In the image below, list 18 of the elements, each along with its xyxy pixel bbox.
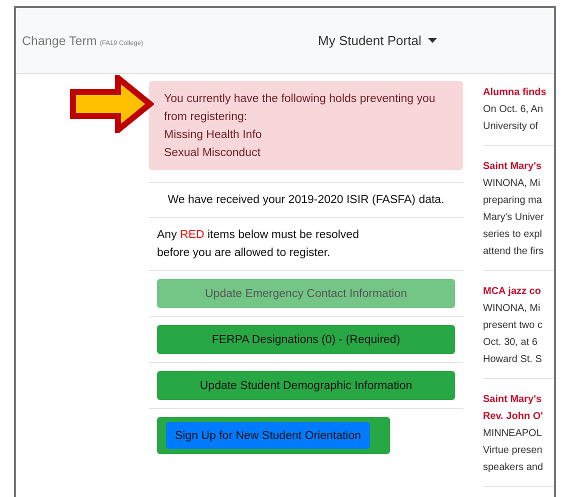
action-button[interactable]: FERPA Designations (0) - (Required)	[157, 325, 455, 354]
portal-menu[interactable]: My Student Portal	[318, 33, 438, 48]
caret-icon	[428, 38, 438, 43]
news-summary: WINONA, Mi preparing ma Mary's Univer series to expl attend the firs	[483, 177, 545, 259]
news-headline[interactable]: Saint Mary's	[483, 158, 554, 175]
holds-alert: You currently have the following holds preventing you from registering: Missing Health Info Sexual Misconduct	[149, 81, 463, 170]
orientation-button[interactable]: Sign Up for New Student Orientation	[166, 422, 370, 449]
news-headline[interactable]: Alumna finds	[483, 84, 554, 101]
notice-text: We have received your 2019-2020 ISIR (FASFA) data.	[166, 193, 446, 208]
news-summary: WINONA, Mi present two c Oct. 30, at 6 Howard St. S	[483, 302, 544, 367]
news-summary: MINNEAPOL Virtue presen speakers and	[483, 427, 544, 475]
news-headline[interactable]: Saint Mary's Rev. John O'	[483, 391, 554, 425]
news-summary: On Oct. 6, An University of	[483, 103, 544, 134]
action-button[interactable]: Update Student Demographic Information	[157, 371, 455, 400]
change-term-link[interactable]: Change Term	[22, 34, 97, 48]
news-headline[interactable]: MCA jazz co	[483, 283, 554, 300]
arrow-icon	[70, 75, 154, 133]
notice-text: Any RED items below must be resolved before you are allowed to register.	[157, 228, 360, 261]
